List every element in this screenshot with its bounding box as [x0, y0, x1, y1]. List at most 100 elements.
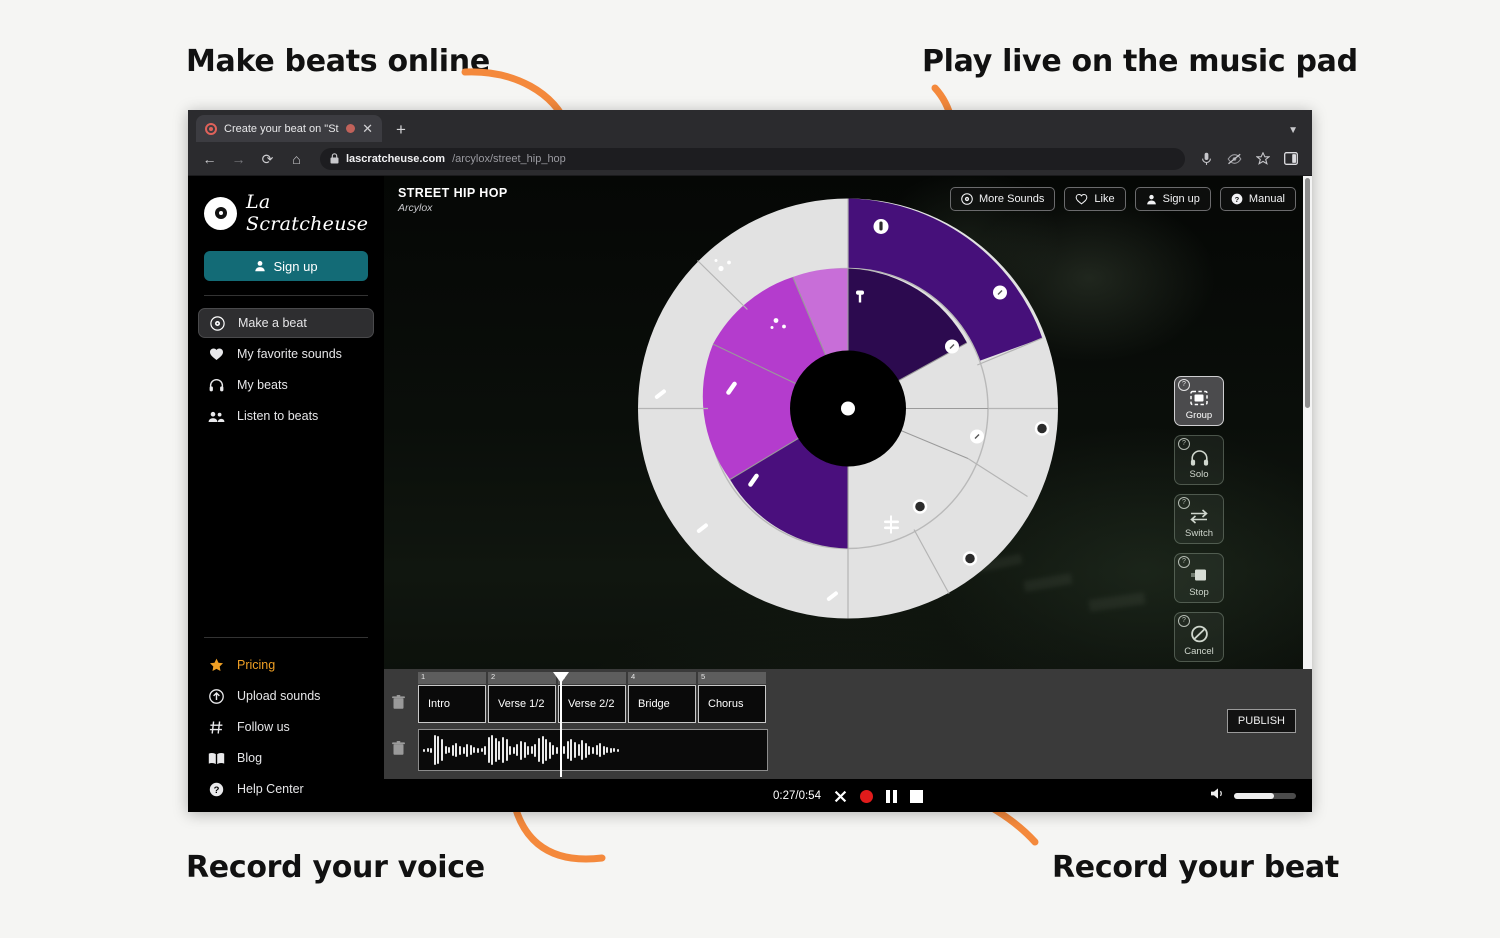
svg-text:?: ? [1235, 195, 1240, 204]
new-tab-button[interactable]: + [396, 121, 406, 138]
ruler-cell: 4 [628, 672, 696, 684]
pause-bar-icon [885, 789, 890, 803]
address-bar[interactable]: lascratcheuse.com /arcylox/street_hip_ho… [320, 147, 1185, 170]
rail-button-label: Solo [1189, 469, 1209, 480]
publish-button[interactable]: PUBLISH [1226, 709, 1296, 733]
rail-button-label: Cancel [1184, 646, 1214, 657]
help-icon[interactable]: ? [1178, 556, 1190, 568]
address-host: lascratcheuse.com [346, 152, 446, 165]
sidebar-item-upload-sounds[interactable]: Upload sounds [198, 681, 374, 711]
app-root: La Scratcheuse Sign up Make a beat My fa… [188, 176, 1312, 812]
manual-button[interactable]: ? Manual [1219, 187, 1296, 211]
rail-button-group[interactable]: ? Group [1174, 376, 1224, 426]
browser-tab[interactable]: Create your beat on "Stree ✕ [196, 115, 382, 142]
microphone-icon[interactable] [1199, 151, 1214, 166]
timeline-playhead[interactable] [553, 672, 569, 777]
sidebar-item-my-favorite-sounds[interactable]: My favorite sounds [198, 339, 374, 369]
stage-signup-button[interactable]: Sign up [1134, 187, 1211, 211]
browser-tab-strip: Create your beat on "Stree ✕ + ▼ [188, 110, 1312, 142]
sidebar-item-pricing[interactable]: Pricing [198, 650, 374, 680]
speaker-icon[interactable] [1210, 787, 1226, 805]
timeline-clip[interactable]: Intro [418, 685, 486, 723]
like-button[interactable]: Like [1064, 187, 1126, 211]
question-circle-icon: ? [1231, 193, 1243, 205]
sidebar-item-make-a-beat[interactable]: Make a beat [198, 308, 374, 338]
sidebar-secondary-nav: Pricing Upload sounds Follow us Blog ? H… [198, 637, 374, 805]
star-icon[interactable] [1255, 151, 1270, 166]
waveform-bar [534, 743, 537, 757]
help-icon[interactable]: ? [1178, 615, 1190, 627]
waveform-bar [548, 741, 551, 759]
timeline-clip[interactable]: Bridge [628, 685, 696, 723]
stop-square-icon [909, 789, 923, 803]
waveform-bar [538, 738, 540, 762]
audio-playing-icon[interactable] [346, 124, 356, 133]
rail-button-stop[interactable]: ? Stop [1174, 553, 1224, 603]
transport-close-button[interactable] [834, 790, 847, 803]
svg-text:?: ? [214, 785, 220, 796]
waveform-bar [505, 739, 508, 761]
trash-icon[interactable] [392, 741, 405, 759]
page-scrollbar-thumb[interactable] [1305, 178, 1310, 408]
waveform-bar [455, 743, 458, 757]
sidebar-item-follow-us[interactable]: Follow us [198, 712, 374, 742]
volume-slider[interactable] [1234, 793, 1296, 799]
rail-button-solo[interactable]: ? Solo [1174, 435, 1224, 485]
waveform-bar [469, 745, 472, 755]
browser-window: Create your beat on "Stree ✕ + ▼ ← → ⟳ ⌂… [188, 110, 1312, 812]
waveform-bar [509, 745, 512, 755]
ruler-cell: 1 [418, 672, 486, 684]
sidebar-item-label: Listen to beats [237, 409, 319, 423]
rail-button-cancel[interactable]: ? Cancel [1174, 612, 1224, 662]
timeline-clip[interactable]: Verse 1/2 [488, 685, 556, 723]
home-button[interactable]: ⌂ [289, 152, 304, 166]
star-icon [208, 658, 225, 672]
help-icon[interactable]: ? [1178, 497, 1190, 509]
sidebar-icon[interactable] [1283, 151, 1298, 166]
eye-slash-icon[interactable] [1227, 151, 1242, 166]
waveform [423, 730, 767, 770]
sidebar-item-label: My beats [237, 378, 288, 392]
waveform-bar [444, 746, 447, 754]
sidebar: La Scratcheuse Sign up Make a beat My fa… [188, 176, 384, 812]
help-icon[interactable]: ? [1178, 379, 1190, 391]
people-icon [208, 410, 225, 423]
music-pad-wheel[interactable] [636, 197, 1060, 626]
waveform-bar [473, 747, 476, 753]
sidebar-item-listen-to-beats[interactable]: Listen to beats [198, 401, 374, 431]
sidebar-item-my-beats[interactable]: My beats [198, 370, 374, 400]
waveform-bar [523, 742, 526, 758]
voice-waveform-track[interactable] [418, 729, 768, 771]
back-button[interactable]: ← [202, 152, 217, 166]
volume-control[interactable] [1210, 787, 1296, 805]
trash-icon[interactable] [392, 695, 405, 713]
timeline-clip[interactable]: Chorus [698, 685, 766, 723]
waveform-bar [494, 738, 497, 762]
help-icon[interactable]: ? [1178, 438, 1190, 450]
upload-icon [208, 688, 225, 704]
waveform-bar [433, 735, 436, 765]
timeline-clip[interactable]: Verse 2/2 [558, 685, 626, 723]
playback-time: 0:27/0:54 [773, 790, 821, 802]
sidebar-signup-button[interactable]: Sign up [204, 251, 368, 281]
sidebar-item-help-center[interactable]: ? Help Center [198, 774, 374, 804]
rail-button-switch[interactable]: ? Switch [1174, 494, 1224, 544]
annotation-make-beats-online: Make beats online [186, 44, 490, 79]
waveform-bar [545, 739, 548, 761]
reload-button[interactable]: ⟳ [260, 152, 275, 166]
forward-button[interactable]: → [231, 152, 246, 166]
like-label: Like [1094, 193, 1115, 205]
question-circle-icon: ? [208, 782, 225, 797]
chevron-down-icon[interactable]: ▼ [1288, 125, 1298, 136]
stop-button[interactable] [909, 789, 923, 803]
logo-text: La Scratcheuse [246, 191, 369, 235]
close-icon[interactable]: ✕ [362, 122, 373, 135]
waveform-bar [527, 745, 530, 755]
waveform-bar [595, 745, 598, 755]
record-button[interactable] [859, 789, 873, 803]
wheel-icon-mic [873, 219, 889, 234]
sidebar-item-blog[interactable]: Blog [198, 743, 374, 773]
pause-button[interactable] [885, 789, 897, 803]
waveform-bar [613, 748, 616, 752]
app-logo[interactable]: La Scratcheuse [198, 176, 374, 235]
